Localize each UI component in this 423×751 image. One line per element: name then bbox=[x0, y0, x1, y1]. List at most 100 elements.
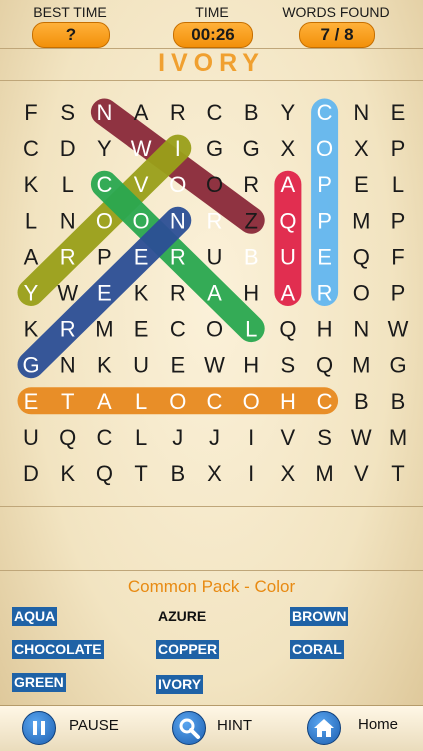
grid-letter[interactable]: L bbox=[392, 172, 404, 197]
grid-letter[interactable]: V bbox=[354, 461, 369, 486]
grid-letter[interactable]: Q bbox=[279, 317, 296, 342]
grid-letter[interactable]: E bbox=[24, 389, 39, 414]
grid-letter[interactable]: P bbox=[97, 244, 112, 269]
grid-letter[interactable]: B bbox=[244, 100, 259, 125]
grid-letter[interactable]: A bbox=[24, 244, 39, 269]
grid-letter[interactable]: N bbox=[60, 208, 76, 233]
grid-letter[interactable]: U bbox=[23, 425, 39, 450]
grid-letter[interactable]: B bbox=[170, 461, 185, 486]
grid-letter[interactable]: X bbox=[281, 461, 296, 486]
grid-letter[interactable]: G bbox=[389, 353, 406, 378]
grid-letter[interactable]: V bbox=[281, 425, 296, 450]
grid-letter[interactable]: W bbox=[204, 353, 225, 378]
grid-letter[interactable]: T bbox=[61, 389, 74, 414]
grid-letter[interactable]: E bbox=[317, 244, 332, 269]
grid-letter[interactable]: O bbox=[96, 208, 113, 233]
grid-letter[interactable]: M bbox=[389, 425, 407, 450]
grid-letter[interactable]: G bbox=[22, 353, 39, 378]
grid-letter[interactable]: W bbox=[351, 425, 372, 450]
grid-letter[interactable]: R bbox=[243, 172, 259, 197]
grid-letter[interactable]: E bbox=[391, 100, 406, 125]
grid-letter[interactable]: Y bbox=[24, 281, 39, 306]
grid-letter[interactable]: J bbox=[209, 425, 220, 450]
grid-letter[interactable]: D bbox=[60, 136, 76, 161]
grid-letter[interactable]: R bbox=[60, 317, 76, 342]
grid-letter[interactable]: L bbox=[62, 172, 74, 197]
grid-letter[interactable]: Q bbox=[316, 353, 333, 378]
home-label[interactable]: Home bbox=[358, 716, 398, 733]
grid-letter[interactable]: L bbox=[135, 389, 147, 414]
grid-letter[interactable]: A bbox=[134, 100, 149, 125]
grid-letter[interactable]: L bbox=[245, 317, 257, 342]
grid-letter[interactable]: X bbox=[354, 136, 369, 161]
grid-letter[interactable]: I bbox=[248, 425, 254, 450]
grid-letter[interactable]: A bbox=[207, 281, 222, 306]
grid-letter[interactable]: Q bbox=[59, 425, 76, 450]
grid-letter[interactable]: F bbox=[24, 100, 37, 125]
grid-letter[interactable]: I bbox=[175, 136, 181, 161]
grid-letter[interactable]: M bbox=[352, 208, 370, 233]
grid-letter[interactable]: D bbox=[23, 461, 39, 486]
grid-letter[interactable]: O bbox=[243, 389, 260, 414]
grid-letter[interactable]: S bbox=[317, 425, 332, 450]
grid-letter[interactable]: C bbox=[317, 389, 333, 414]
grid-letter[interactable]: W bbox=[57, 281, 78, 306]
grid-letter[interactable]: H bbox=[243, 281, 259, 306]
grid-letter[interactable]: N bbox=[96, 100, 112, 125]
grid-letter[interactable]: A bbox=[281, 281, 296, 306]
grid-letter[interactable]: I bbox=[248, 461, 254, 486]
grid-letter[interactable]: E bbox=[134, 244, 149, 269]
grid-letter[interactable]: H bbox=[243, 353, 259, 378]
letter-grid[interactable]: F S N A R C B Y C N EC D Y W I G G X O X PK L C V O O R A P E LL N O O N R Z… bbox=[0, 0, 423, 520]
grid-letter[interactable]: C bbox=[96, 425, 112, 450]
grid-letter[interactable]: H bbox=[317, 317, 333, 342]
grid-letter[interactable]: G bbox=[206, 136, 223, 161]
pause-label[interactable]: PAUSE bbox=[69, 717, 119, 734]
grid-letter[interactable]: X bbox=[207, 461, 222, 486]
grid-letter[interactable]: B bbox=[244, 244, 259, 269]
grid-letter[interactable]: M bbox=[315, 461, 333, 486]
grid-letter[interactable]: L bbox=[25, 208, 37, 233]
grid-letter[interactable]: P bbox=[317, 172, 332, 197]
grid-letter[interactable]: N bbox=[60, 353, 76, 378]
grid-letter[interactable]: Q bbox=[353, 244, 370, 269]
grid-letter[interactable]: K bbox=[60, 461, 75, 486]
grid-letter[interactable]: H bbox=[280, 389, 296, 414]
grid-letter[interactable]: C bbox=[207, 389, 223, 414]
grid-letter[interactable]: E bbox=[134, 317, 149, 342]
grid-letter[interactable]: R bbox=[170, 281, 186, 306]
grid-letter[interactable]: W bbox=[131, 136, 152, 161]
grid-letter[interactable]: Y bbox=[281, 100, 296, 125]
grid-letter[interactable]: O bbox=[169, 389, 186, 414]
grid-letter[interactable]: M bbox=[352, 353, 370, 378]
grid-letter[interactable]: Q bbox=[279, 208, 296, 233]
grid-letter[interactable]: A bbox=[97, 389, 112, 414]
grid-letter[interactable]: R bbox=[317, 281, 333, 306]
grid-letter[interactable]: K bbox=[134, 281, 149, 306]
grid-letter[interactable]: C bbox=[23, 136, 39, 161]
grid-letter[interactable]: O bbox=[133, 208, 150, 233]
grid-letter[interactable]: G bbox=[243, 136, 260, 161]
grid-letter[interactable]: Z bbox=[244, 208, 257, 233]
grid-letter[interactable]: E bbox=[170, 353, 185, 378]
grid-letter[interactable]: M bbox=[95, 317, 113, 342]
grid-letter[interactable]: O bbox=[353, 281, 370, 306]
grid-letter[interactable]: N bbox=[353, 317, 369, 342]
grid-letter[interactable]: P bbox=[391, 136, 406, 161]
grid-letter[interactable]: O bbox=[206, 172, 223, 197]
grid-letter[interactable]: T bbox=[391, 461, 404, 486]
grid-letter[interactable]: P bbox=[317, 208, 332, 233]
grid-letter[interactable]: V bbox=[134, 172, 149, 197]
grid-letter[interactable]: S bbox=[281, 353, 296, 378]
grid-letter[interactable]: R bbox=[60, 244, 76, 269]
grid-letter[interactable]: N bbox=[170, 208, 186, 233]
grid-letter[interactable]: C bbox=[207, 100, 223, 125]
grid-letter[interactable]: O bbox=[206, 317, 223, 342]
grid-letter[interactable]: E bbox=[354, 172, 369, 197]
grid-letter[interactable]: K bbox=[24, 317, 39, 342]
grid-letter[interactable]: A bbox=[281, 172, 296, 197]
grid-letter[interactable]: E bbox=[97, 281, 112, 306]
grid-letter[interactable]: K bbox=[97, 353, 112, 378]
grid-letter[interactable]: F bbox=[391, 244, 404, 269]
grid-letter[interactable]: Q bbox=[96, 461, 113, 486]
